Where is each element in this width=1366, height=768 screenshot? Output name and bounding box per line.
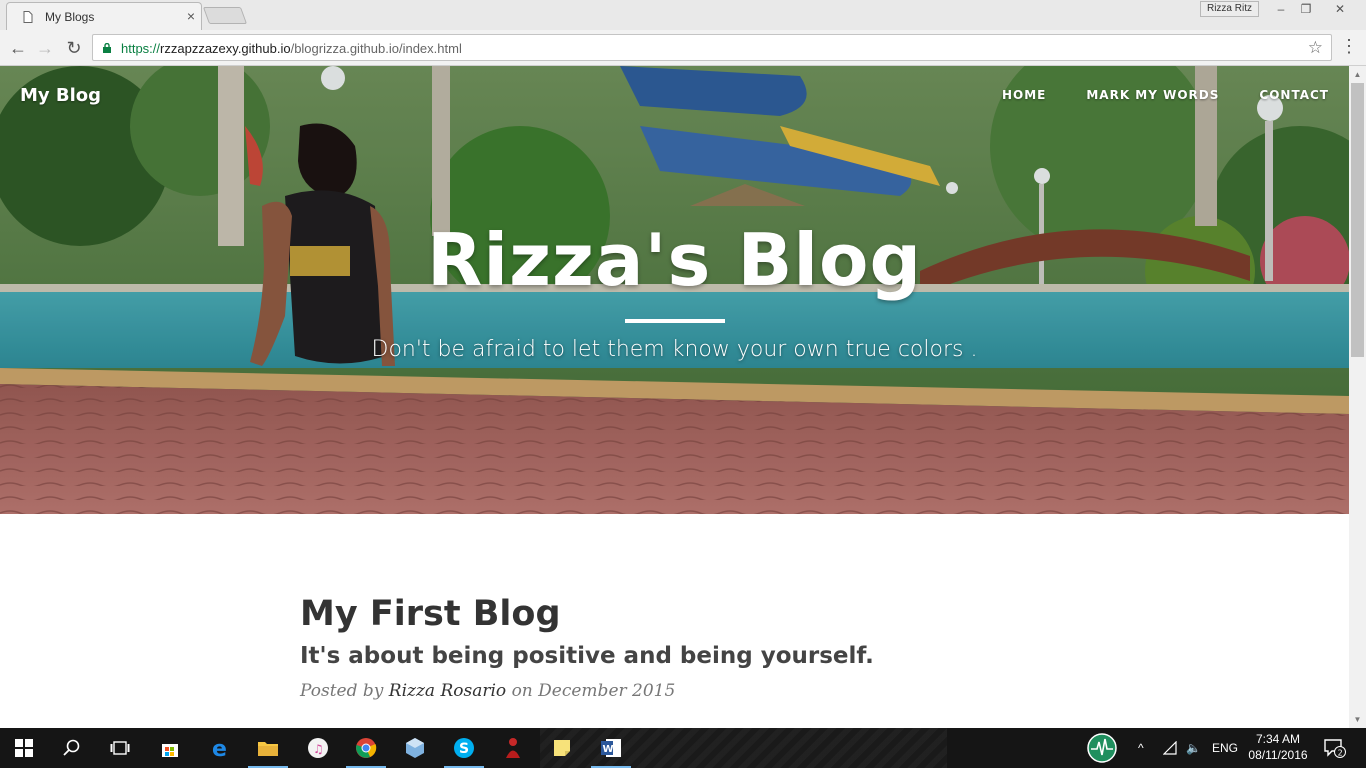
hero-divider [625, 319, 725, 323]
virtualbox-icon[interactable] [391, 728, 439, 768]
windows-taskbar: e ♫ S W ^ 🔈 ENG 7:34 AM 08/11/2016 2 [0, 728, 1366, 768]
store-icon[interactable] [146, 728, 194, 768]
page-viewport: My Blog HOME MARK MY WORDS CONTACT Rizza… [0, 66, 1349, 728]
lock-icon [103, 43, 111, 53]
nav-home[interactable]: HOME [1002, 88, 1046, 102]
nav-contact[interactable]: CONTACT [1259, 88, 1329, 102]
sticky-notes-icon[interactable] [538, 728, 586, 768]
activity-monitor-icon[interactable] [1078, 728, 1126, 768]
task-view-icon[interactable] [96, 728, 144, 768]
url-path: /blogrizza.github.io/index.html [290, 41, 462, 56]
action-center-icon[interactable]: 2 [1324, 728, 1346, 768]
notification-count: 2 [1338, 748, 1343, 757]
minimize-icon[interactable]: – [1270, 0, 1292, 18]
bookmark-star-icon[interactable]: ☆ [1308, 38, 1323, 58]
url-text[interactable]: https://rzzapzzazexy.github.io/blogrizza… [121, 41, 462, 56]
tab-close-icon[interactable]: × [187, 8, 195, 24]
start-icon[interactable] [0, 728, 48, 768]
taskbar-clock[interactable]: 7:34 AM 08/11/2016 [1244, 731, 1312, 763]
scroll-up-icon[interactable]: ▲ [1349, 66, 1366, 83]
tab-title: My Blogs [45, 10, 95, 24]
restore-icon[interactable]: ❐ [1295, 0, 1317, 18]
post-author-link[interactable]: Rizza Rosario [389, 681, 506, 701]
hero-title: Rizza's Blog [426, 218, 923, 302]
chrome-menu-icon[interactable]: ⋮ [1340, 36, 1358, 60]
svg-text:S: S [459, 741, 469, 757]
profile-button[interactable]: Rizza Ritz [1200, 1, 1259, 17]
scroll-down-icon[interactable]: ▼ [1349, 711, 1366, 728]
clock-time: 7:34 AM [1255, 732, 1301, 746]
post-meta-date: on December 2015 [506, 681, 676, 701]
scrollbar-thumb[interactable] [1351, 83, 1364, 357]
page-scrollbar[interactable]: ▲ ▼ [1349, 66, 1366, 728]
tray-expand-icon[interactable]: ^ [1138, 728, 1144, 768]
volume-icon[interactable]: 🔈 [1186, 728, 1201, 768]
skype-icon[interactable]: S [440, 728, 488, 768]
svg-text:W: W [603, 744, 614, 755]
new-tab-button[interactable] [202, 7, 248, 24]
tab-strip: My Blogs × Rizza Ritz – ❐ ✕ [0, 0, 1366, 30]
post-meta: Posted by Rizza Rosario on December 2015 [300, 676, 1060, 706]
url-host: rzzapzzazexy.github.io [160, 41, 291, 56]
wifi-icon[interactable] [1163, 728, 1179, 768]
site-brand-link[interactable]: My Blog [20, 85, 101, 106]
language-indicator[interactable]: ENG [1212, 728, 1238, 768]
chrome-icon[interactable] [342, 728, 390, 768]
url-scheme: https:// [121, 41, 161, 56]
window-close-icon[interactable]: ✕ [1329, 0, 1351, 18]
hero-header: My Blog HOME MARK MY WORDS CONTACT Rizza… [0, 66, 1349, 514]
nav-mark-my-words[interactable]: MARK MY WORDS [1086, 88, 1219, 102]
edge-icon[interactable]: e [196, 728, 244, 768]
itunes-icon[interactable]: ♫ [294, 728, 342, 768]
clock-date: 08/11/2016 [1248, 748, 1308, 762]
back-button[interactable]: ← [6, 36, 30, 60]
reload-button[interactable]: ↻ [62, 36, 86, 60]
post-subtitle[interactable]: It's about being positive and being your… [300, 636, 1060, 676]
svg-text:♫: ♫ [313, 742, 324, 756]
post-preview[interactable]: My First Blog It's about being positive … [300, 592, 1060, 706]
browser-toolbar: ← → ↻ https://rzzapzzazexy.github.io/blo… [0, 30, 1366, 66]
svg-text:e: e [212, 737, 227, 759]
page-icon [23, 11, 33, 23]
search-icon[interactable] [48, 728, 96, 768]
site-nav: HOME MARK MY WORDS CONTACT [1002, 88, 1329, 102]
address-bar[interactable]: https://rzzapzzazexy.github.io/blogrizza… [92, 34, 1332, 61]
forward-button[interactable]: → [33, 36, 57, 60]
post-meta-prefix: Posted by [300, 681, 389, 701]
tab-my-blogs[interactable]: My Blogs × [6, 2, 202, 30]
word-icon[interactable]: W [587, 728, 635, 768]
post-title[interactable]: My First Blog [300, 592, 1060, 636]
hero-subtitle: Don't be afraid to let them know your ow… [371, 337, 978, 362]
app-red-figure-icon[interactable] [489, 728, 537, 768]
file-explorer-icon[interactable] [244, 728, 292, 768]
